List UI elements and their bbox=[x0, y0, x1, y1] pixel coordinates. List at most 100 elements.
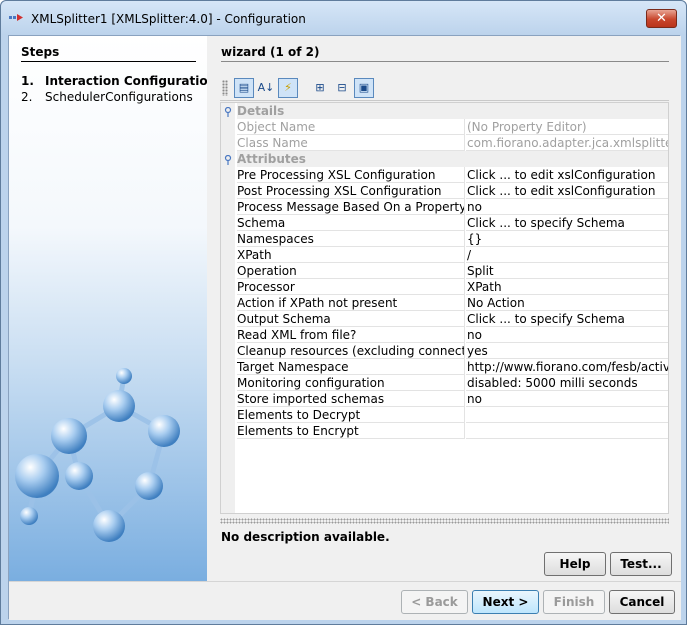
property-key: Store imported schemas bbox=[237, 391, 465, 407]
step-item-scheduler: 2. SchedulerConfigurations bbox=[21, 89, 207, 105]
steps-title: Steps bbox=[21, 45, 60, 59]
property-row[interactable]: Operation Split bbox=[221, 263, 668, 279]
property-row[interactable]: Elements to Decrypt bbox=[221, 407, 668, 423]
property-row[interactable]: Store imported schemas no bbox=[221, 391, 668, 407]
category-details[interactable]: Details bbox=[221, 103, 668, 119]
property-key: Class Name bbox=[237, 135, 465, 151]
property-value[interactable]: no bbox=[466, 199, 668, 215]
property-value[interactable]: Click ... to specify Schema bbox=[466, 215, 668, 231]
category-label: Details bbox=[237, 103, 668, 119]
categorized-view-icon[interactable]: ▤ bbox=[234, 78, 254, 98]
property-value[interactable]: no bbox=[466, 391, 668, 407]
property-row[interactable]: Elements to Encrypt bbox=[221, 423, 668, 439]
help-button[interactable]: Help bbox=[544, 552, 606, 576]
property-value[interactable]: (No Property Editor) bbox=[466, 119, 668, 135]
wizard-divider bbox=[221, 61, 669, 62]
property-value[interactable]: com.fiorano.adapter.jca.xmlsplitter.... bbox=[466, 135, 668, 151]
molecule-illustration bbox=[15, 368, 180, 542]
property-row[interactable]: Target Namespace http://www.fiorano.com/f… bbox=[221, 359, 668, 375]
property-value[interactable]: Click ... to edit xslConfiguration bbox=[466, 183, 668, 199]
sort-alphabetical-icon[interactable]: A↓ bbox=[256, 78, 276, 98]
close-icon: ✕ bbox=[656, 11, 667, 26]
property-sheet-toolbar: ▤ A↓ ⚡ ⊞ ⊟ ▣ bbox=[220, 76, 669, 101]
category-pin-icon bbox=[224, 155, 232, 165]
property-sheet: Details Object Name (No Property Editor) … bbox=[220, 102, 669, 514]
property-row[interactable]: Post Processing XSL Configuration Click .… bbox=[221, 183, 668, 199]
property-row[interactable]: Output Schema Click ... to specify Schema bbox=[221, 311, 668, 327]
property-row[interactable]: Namespaces{} bbox=[221, 231, 668, 247]
finish-button[interactable]: Finish bbox=[543, 590, 605, 614]
property-value[interactable]: XPath bbox=[466, 279, 668, 295]
property-key: XPath bbox=[237, 247, 465, 263]
property-row[interactable]: Class Name com.fiorano.adapter.jca.xmlspl… bbox=[221, 135, 668, 151]
property-row[interactable]: Monitoring configuration disabled: 5000 m… bbox=[221, 375, 668, 391]
property-row[interactable]: Read XML from file? no bbox=[221, 327, 668, 343]
title-bar[interactable]: XMLSplitter1 [XMLSplitter:4.0] - Configu… bbox=[1, 1, 686, 35]
property-key: Post Processing XSL Configuration bbox=[237, 183, 465, 199]
property-row[interactable]: Object Name (No Property Editor) bbox=[221, 119, 668, 135]
cancel-button[interactable]: Cancel bbox=[609, 590, 675, 614]
toolbar-grip[interactable] bbox=[222, 80, 228, 96]
description-splitter[interactable] bbox=[220, 518, 669, 524]
property-row[interactable]: Action if XPath not present No Action bbox=[221, 295, 668, 311]
property-key: Operation bbox=[237, 263, 465, 279]
expand-all-icon[interactable]: ⊞ bbox=[310, 78, 330, 98]
step-label: SchedulerConfigurations bbox=[45, 90, 193, 104]
property-value[interactable] bbox=[466, 407, 668, 423]
close-button[interactable]: ✕ bbox=[646, 9, 677, 28]
next-button[interactable]: Next > bbox=[472, 590, 539, 614]
step-label: Interaction Configurations bbox=[45, 74, 207, 88]
wizard-title: wizard (1 of 2) bbox=[221, 45, 320, 59]
property-key: Processor bbox=[237, 279, 465, 295]
property-key: Pre Processing XSL Configuration bbox=[237, 167, 465, 183]
property-key: Elements to Decrypt bbox=[237, 407, 465, 423]
property-row[interactable]: Pre Processing XSL Configuration Click ..… bbox=[221, 167, 668, 183]
property-key: Elements to Encrypt bbox=[237, 423, 465, 439]
property-row[interactable]: Processor XPath bbox=[221, 279, 668, 295]
property-key: Action if XPath not present bbox=[237, 295, 465, 311]
property-value[interactable]: yes bbox=[466, 343, 668, 359]
property-key: Output Schema bbox=[237, 311, 465, 327]
steps-divider bbox=[21, 61, 196, 62]
property-value[interactable]: http://www.fiorano.com/fesb/activity/... bbox=[466, 359, 668, 375]
property-value[interactable]: Click ... to specify Schema bbox=[466, 311, 668, 327]
property-key: Schema bbox=[237, 215, 465, 231]
property-value[interactable]: no bbox=[466, 327, 668, 343]
category-attributes[interactable]: Attributes bbox=[221, 151, 668, 167]
step-number: 2. bbox=[21, 90, 33, 104]
category-pin-icon bbox=[224, 107, 232, 117]
property-value[interactable] bbox=[466, 423, 668, 439]
description-icon[interactable]: ▣ bbox=[354, 78, 374, 98]
lightning-icon[interactable]: ⚡ bbox=[278, 78, 298, 98]
property-key: Namespaces bbox=[237, 231, 465, 247]
property-value[interactable]: {} bbox=[466, 231, 668, 247]
app-icon bbox=[9, 14, 23, 21]
wizard-footer: < Back Next > Finish Cancel bbox=[9, 581, 681, 620]
description-text: No description available. bbox=[221, 530, 390, 544]
property-row[interactable]: XPath / bbox=[221, 247, 668, 263]
collapse-all-icon[interactable]: ⊟ bbox=[332, 78, 352, 98]
window-client-area: Steps 1. Interaction Configurations 2. Sch… bbox=[8, 35, 681, 620]
back-button[interactable]: < Back bbox=[401, 590, 468, 614]
property-row[interactable]: Schema Click ... to specify Schema bbox=[221, 215, 668, 231]
property-key: Monitoring configuration bbox=[237, 375, 465, 391]
property-value[interactable]: Click ... to edit xslConfiguration bbox=[466, 167, 668, 183]
property-value[interactable]: disabled: 5000 milli seconds bbox=[466, 375, 668, 391]
property-row[interactable]: Cleanup resources (excluding connecti...… bbox=[221, 343, 668, 359]
step-item-interaction: 1. Interaction Configurations bbox=[21, 73, 207, 89]
property-value[interactable]: / bbox=[466, 247, 668, 263]
property-value[interactable]: Split bbox=[466, 263, 668, 279]
property-row[interactable]: Process Message Based On a Property no bbox=[221, 199, 668, 215]
steps-panel: Steps 1. Interaction Configurations 2. Sch… bbox=[9, 36, 207, 581]
configuration-window: XMLSplitter1 [XMLSplitter:4.0] - Configu… bbox=[0, 0, 687, 625]
steps-list: 1. Interaction Configurations 2. Scheduler… bbox=[21, 73, 207, 105]
property-key: Process Message Based On a Property bbox=[237, 199, 465, 215]
property-key: Object Name bbox=[237, 119, 465, 135]
wizard-panel: wizard (1 of 2) ▤ A↓ ⚡ ⊞ ⊟ ▣ Details Obj… bbox=[207, 36, 681, 581]
window-title: XMLSplitter1 [XMLSplitter:4.0] - Configu… bbox=[31, 12, 306, 26]
test-button[interactable]: Test... bbox=[610, 552, 672, 576]
category-label: Attributes bbox=[237, 151, 668, 167]
property-key: Read XML from file? bbox=[237, 327, 465, 343]
property-value[interactable]: No Action bbox=[466, 295, 668, 311]
property-key: Target Namespace bbox=[237, 359, 465, 375]
